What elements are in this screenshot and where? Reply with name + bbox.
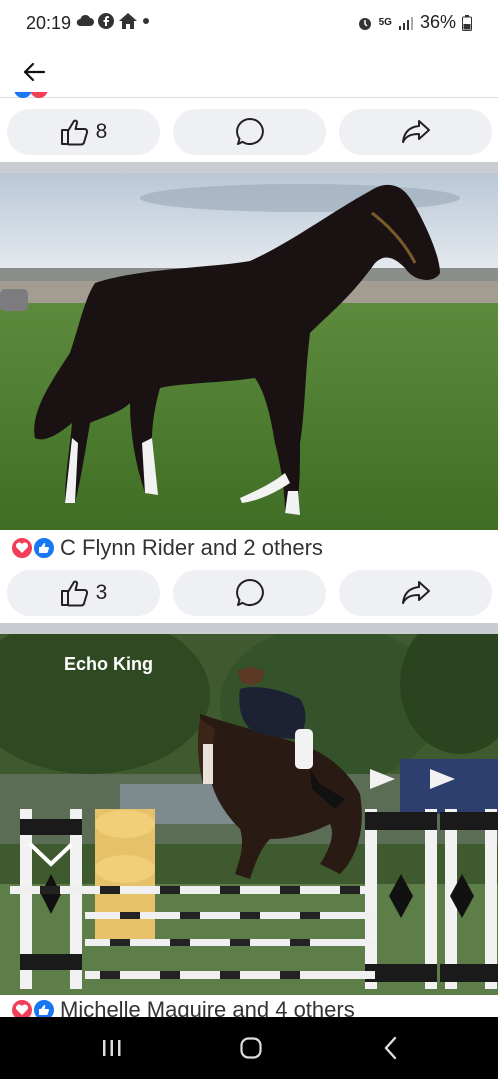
post-2-photo[interactable] [0,173,498,530]
facebook-icon [98,13,114,29]
post-2-actions: 3 [0,570,498,620]
comment-button[interactable] [173,109,326,155]
recents-icon [103,1040,121,1056]
like-reaction-icon [32,998,56,1017]
cloud-icon [76,14,94,26]
battery-icon [462,14,472,31]
share-icon [401,120,430,143]
post-divider [0,162,498,173]
comment-icon [235,579,264,606]
signal-icon [398,16,413,30]
back-arrow-icon [23,62,46,82]
share-button[interactable] [339,109,492,155]
home-circle-icon [240,1037,262,1059]
alarm-icon [358,17,371,30]
recents-button[interactable] [92,1033,132,1063]
dot-icon [143,18,149,24]
post-3-reactions-clip: Michelle Maguire and 4 others [0,995,498,1017]
thumbs-up-icon [60,119,88,146]
share-button[interactable] [339,570,492,616]
reactions-text: C Flynn Rider and 2 others [60,535,323,560]
post-divider [0,623,498,634]
like-reaction-icon [32,536,56,560]
post-3-reactions[interactable]: Michelle Maguire and 4 others [10,997,355,1017]
top-bar [0,48,498,98]
comment-button[interactable] [173,570,326,616]
post-1-actions: 8 [0,109,498,159]
home-icon [119,13,137,29]
back-chevron-icon [384,1036,397,1060]
comment-icon [235,118,264,145]
like-button[interactable]: 3 [7,570,160,616]
home-nav-button[interactable] [231,1033,271,1063]
show-jumping-photo [0,634,498,995]
like-button[interactable]: 8 [7,109,160,155]
post-2-reactions[interactable]: C Flynn Rider and 2 others [10,535,323,561]
battery-percent: 36% [419,12,456,32]
reactions-text: Michelle Maguire and 4 others [60,997,355,1017]
back-nav-button[interactable] [371,1033,411,1063]
network-label: 5G [378,16,392,28]
love-reaction-icon [10,998,34,1017]
status-bar: 20:19 5G 36% [0,0,498,48]
thumbs-up-icon [60,580,88,607]
love-reaction-icon [10,536,34,560]
like-count: 3 [95,581,108,604]
back-button[interactable] [18,54,50,90]
status-time: 20:19 [26,13,72,33]
system-nav-bar [0,1017,498,1079]
post-3-photo[interactable]: Echo King [0,634,498,995]
previous-reactions-peek [14,92,54,100]
horse-photo [0,173,498,530]
share-icon [401,581,430,604]
like-count: 8 [95,120,108,143]
photo-overlay-label: Echo King [64,654,153,674]
